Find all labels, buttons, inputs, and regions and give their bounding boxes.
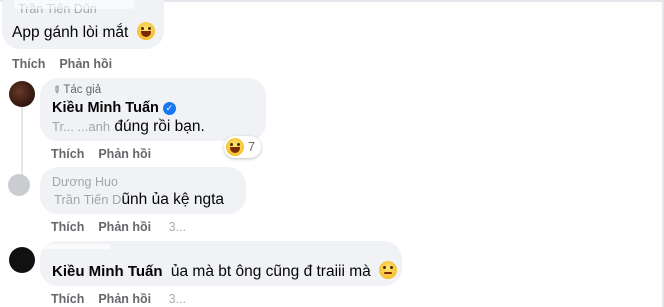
avatar[interactable] — [8, 174, 30, 196]
thread-connector — [21, 105, 23, 175]
laughing-emoji-icon — [226, 138, 244, 156]
reaction-count: 7 — [248, 140, 255, 154]
name-redaction — [14, 0, 134, 9]
laughing-emoji-icon — [136, 22, 155, 40]
like-button[interactable]: Thích — [51, 220, 84, 234]
timestamp: 3... — [168, 220, 186, 234]
faded-mention: Tr... ...anh — [52, 119, 111, 134]
avatar[interactable] — [9, 81, 35, 107]
like-button[interactable]: Thích — [12, 57, 45, 71]
sighing-emoji-icon — [379, 261, 398, 279]
commenter-name[interactable]: Kiều Minh Tuấn ✓ — [52, 100, 176, 116]
mentioned-user[interactable]: Kiều Minh Tuấn — [52, 263, 163, 280]
commenter-name[interactable]: Dương Huo — [52, 175, 118, 189]
comment-actions-2: Thích Phản hồi — [51, 147, 165, 161]
reply-button[interactable]: Phản hồi — [59, 57, 112, 71]
comment-text: Trần Tiến Dũnh ủa kệ ngta — [54, 191, 224, 208]
comment-actions-4: Thích Phản hồi 3... — [51, 292, 200, 306]
reply-button[interactable]: Phản hồi — [98, 147, 151, 161]
comment-actions-3: Thích Phản hồi 3... — [51, 220, 200, 234]
reply-button[interactable]: Phản hồi — [98, 292, 151, 306]
pencil-icon: ✎ — [49, 83, 64, 98]
comment-bubble-2: ✎Tác giả Kiều Minh Tuấn ✓ Tr... ...anh đú… — [40, 78, 266, 141]
reaction-summary[interactable]: 7 — [224, 136, 261, 158]
name-redaction — [40, 244, 110, 249]
comment-text: App gánh lòi mắt — [12, 22, 155, 42]
comment-actions-1: Thích Phản hồi — [12, 57, 126, 71]
verified-badge-icon: ✓ — [162, 102, 176, 115]
comment-text: Kiều Minh Tuấn ủa mà bt ông cũng đ traii… — [52, 261, 398, 281]
comment-bubble-4: Kiều Minh Tuấn ủa mà bt ông cũng đ traii… — [40, 241, 402, 286]
comment-text: Tr... ...anh đúng rồi bạn. — [52, 118, 205, 135]
like-button[interactable]: Thích — [51, 292, 84, 306]
like-button[interactable]: Thích — [51, 147, 84, 161]
avatar[interactable] — [9, 247, 35, 273]
reply-button[interactable]: Phản hồi — [98, 220, 151, 234]
timestamp: 3... — [168, 292, 186, 306]
faded-mention: Trần Tiến D — [54, 192, 122, 207]
author-badge: ✎Tác giả — [49, 83, 102, 98]
comment-bubble-3: Dương Huo Trần Tiến Dũnh ủa kệ ngta — [40, 167, 246, 214]
